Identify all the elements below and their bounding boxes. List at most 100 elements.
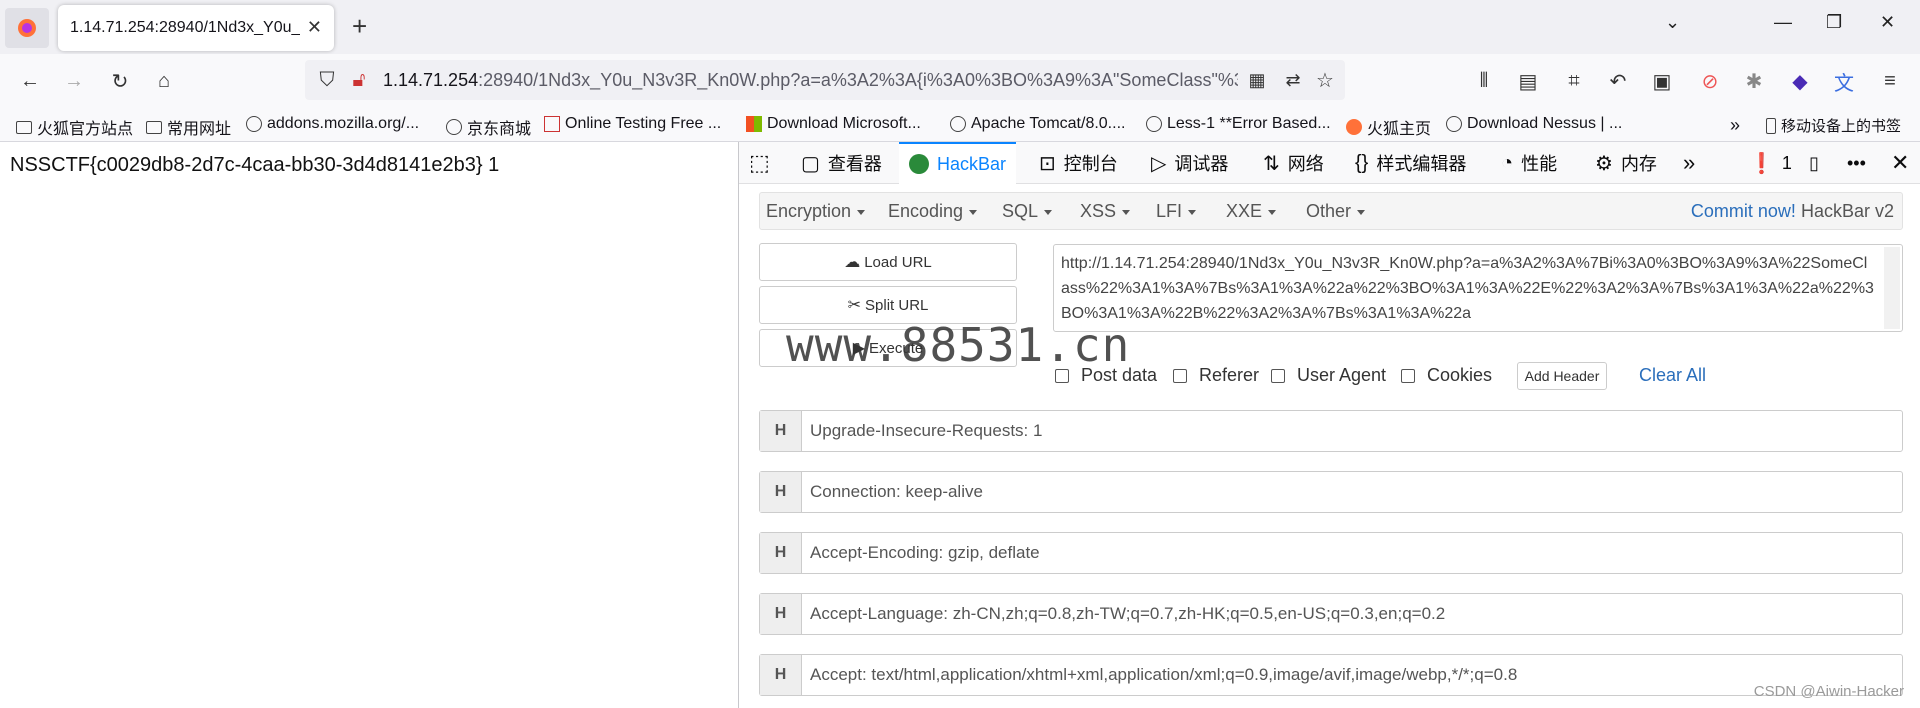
bookmark-item[interactable]: 京东商城 [446,115,531,139]
tab-console[interactable]: ⊡ 控制台 [1039,142,1118,184]
header-value[interactable]: Accept-Language: zh-CN,zh;q=0.8,zh-TW;q=… [810,604,1445,624]
bookmark-item[interactable]: Online Testing Free ... [544,115,721,133]
dock-icon[interactable]: ▯ [1809,142,1819,184]
header-tag: H [760,655,802,695]
noscript-icon[interactable]: ⊘ [1698,69,1722,93]
option-cookies[interactable]: Cookies [1401,365,1492,386]
reload-icon[interactable]: ↻ [108,69,132,93]
minimize-icon[interactable]: — [1774,12,1792,33]
bookmark-item[interactable]: 常用网址 [146,115,231,139]
active-tab[interactable]: 1.14.71.254:28940/1Nd3x_Y0u_N3v3R_Kn0W.p… [58,5,334,51]
referer-checkbox[interactable] [1173,368,1187,383]
extension-icon[interactable]: ▣ [1650,69,1674,93]
url-bar[interactable]: ⛉ 🔓︎ 1.14.71.254:28940/1Nd3x_Y0u_N3v3R_K… [305,60,1345,100]
add-header-button[interactable]: Add Header [1517,362,1607,390]
cloud-download-icon: ☁ [844,254,861,271]
firefox-icon [18,19,36,37]
option-referer[interactable]: Referer [1173,365,1259,386]
qr-code-icon[interactable]: ▦ [1245,68,1269,92]
library-icon[interactable]: ⫴ [1472,69,1496,93]
insecure-lock-icon[interactable]: 🔓︎ [347,68,371,92]
watermark: www.88531.cn [786,318,1131,372]
hackbar-url-input[interactable]: http://1.14.71.254:28940/1Nd3x_Y0u_N3v3R… [1053,244,1903,332]
pick-element-icon[interactable]: ⬚ [749,142,770,184]
bookmark-item[interactable]: addons.mozilla.org/... [246,115,419,133]
header-row[interactable]: H Accept-Language: zh-CN,zh;q=0.8,zh-TW;q… [759,593,1903,635]
forward-arrow-icon[interactable]: → [62,69,86,93]
menu-xss[interactable]: XSS [1080,201,1131,222]
style-editor-icon: {} [1355,151,1369,174]
header-tag: H [760,411,802,451]
restore-icon[interactable]: ❐ [1826,12,1842,33]
clear-all-link[interactable]: Clear All [1639,365,1706,386]
shield-icon[interactable]: ⛉ [315,68,339,92]
tab-hackbar[interactable]: HackBar [899,142,1017,184]
load-url-button[interactable]: ☁ Load URL [759,243,1017,281]
header-tag: H [760,594,802,634]
devtools-panel: ⬚ ▢ 查看器 HackBar ⊡ 控制台 ▷ 调试器 ⇅ 网络 {} 样式编辑器 ◔ 性能… [738,142,1920,708]
home-icon[interactable]: ⌂ [152,69,176,93]
globe-icon [950,116,966,132]
menu-encryption[interactable]: Encryption [766,201,866,222]
error-counter[interactable]: ❗ 1 [1749,142,1792,184]
sidebar-icon[interactable]: ▤ [1516,69,1540,93]
translate-extension-icon[interactable]: 文 [1832,69,1856,95]
nessus-icon [1446,116,1462,132]
bookmark-item[interactable]: Download Nessus | ... [1446,115,1622,133]
tab-debugger[interactable]: ▷ 调试器 [1151,142,1228,184]
header-row[interactable]: H Accept: text/html,application/xhtml+xml… [759,654,1903,696]
option-user-agent[interactable]: User Agent [1271,365,1386,386]
bookmarks-overflow-icon[interactable]: » [1730,115,1740,136]
tab-close-icon[interactable]: ✕ [307,17,322,38]
hackbar-icon [909,154,929,174]
bookmark-item[interactable]: 火狐官方站点 [16,115,133,139]
new-tab-button[interactable]: + [352,12,367,40]
header-row[interactable]: H Accept-Encoding: gzip, deflate [759,532,1903,574]
close-devtools-icon[interactable]: ✕ [1891,142,1909,184]
user-agent-checkbox[interactable] [1271,368,1285,383]
tab-performance[interactable]: ◔ 性能 [1501,142,1557,184]
more-options-icon[interactable]: ••• [1847,142,1866,184]
wappalyzer-icon[interactable]: ◆ [1788,69,1812,93]
cookies-checkbox[interactable] [1401,368,1415,383]
header-value[interactable]: Upgrade-Insecure-Requests: 1 [810,421,1042,441]
list-all-tabs-icon[interactable]: ⌄ [1665,12,1680,33]
textarea-scrollbar[interactable] [1884,247,1900,329]
header-row[interactable]: H Upgrade-Insecure-Requests: 1 [759,410,1903,452]
crop-icon[interactable]: ⌗ [1562,69,1586,93]
tab-network[interactable]: ⇅ 网络 [1263,142,1324,184]
tab-memory[interactable]: ⚙ 内存 [1595,142,1657,184]
tab-style-editor[interactable]: {} 样式编辑器 [1355,142,1466,184]
tab-strip: 1.14.71.254:28940/1Nd3x_Y0u_N3v3R_Kn0W.p… [0,0,1920,54]
menu-other[interactable]: Other [1306,201,1366,222]
header-row[interactable]: H Connection: keep-alive [759,471,1903,513]
firefox-view-button[interactable] [5,8,49,48]
folder-icon [16,120,32,134]
menu-encoding[interactable]: Encoding [888,201,978,222]
header-value[interactable]: Accept-Encoding: gzip, deflate [810,543,1040,563]
bookmark-item[interactable]: Download Microsoft... [746,115,921,133]
tab-inspector[interactable]: ▢ 查看器 [801,142,882,184]
menu-lfi[interactable]: LFI [1156,201,1197,222]
devtools-toolbar: ⬚ ▢ 查看器 HackBar ⊡ 控制台 ▷ 调试器 ⇅ 网络 {} 样式编辑器 ◔ 性能… [739,142,1920,184]
puzzle-icon[interactable]: ✱ [1742,69,1766,93]
close-window-icon[interactable]: ✕ [1880,12,1895,33]
header-tag: H [760,533,802,573]
menu-icon[interactable]: ≡ [1878,69,1902,93]
menu-sql[interactable]: SQL [1002,201,1053,222]
checkbox-icon [544,116,560,132]
translate-icon[interactable]: ⇄ [1281,68,1305,92]
bookmark-item[interactable]: Apache Tomcat/8.0.... [950,115,1125,133]
commit-link[interactable]: Commit now! [1691,201,1796,221]
bookmark-item[interactable]: 火狐主页 [1346,115,1431,139]
bookmark-item[interactable]: Less-1 **Error Based... [1146,115,1331,133]
header-value[interactable]: Accept: text/html,application/xhtml+xml,… [810,665,1517,685]
mobile-bookmarks[interactable]: 移动设备上的书签 [1766,115,1901,136]
header-value[interactable]: Connection: keep-alive [810,482,983,502]
bookmark-star-icon[interactable]: ☆ [1313,68,1337,92]
more-tabs-icon[interactable]: » [1683,142,1695,184]
undo-icon[interactable]: ↶ [1606,69,1630,93]
menu-xxe[interactable]: XXE [1226,201,1277,222]
url-text[interactable]: 1.14.71.254:28940/1Nd3x_Y0u_N3v3R_Kn0W.p… [383,70,1238,91]
back-arrow-icon[interactable]: ← [18,69,42,93]
